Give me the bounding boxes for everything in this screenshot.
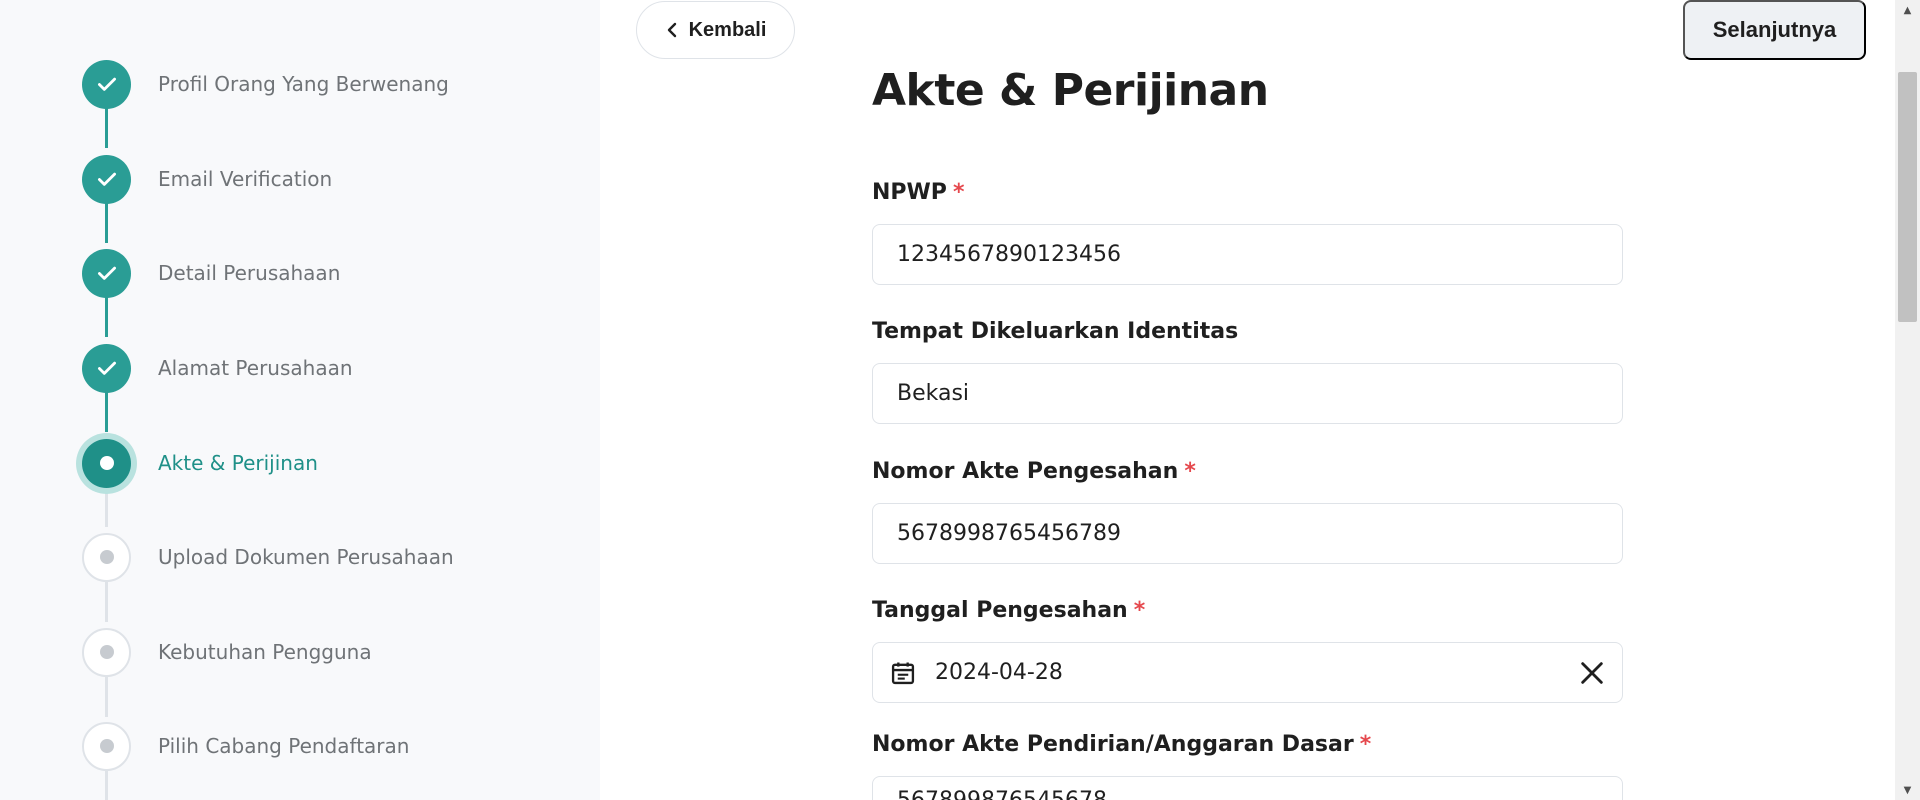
step-email-verification[interactable]: Email Verification [0,149,600,209]
check-icon [97,361,116,375]
active-dot-icon [99,456,114,470]
step-status-circle [82,248,131,298]
step-kebutuhan-pengguna[interactable]: Kebutuhan Pengguna [0,622,600,682]
step-connector [105,392,108,432]
pending-dot-icon [99,550,114,564]
step-connector [105,582,108,622]
step-upload-dokumen-perusahaan[interactable]: Upload Dokumen Perusahaan [0,527,600,587]
step-profil-orang-yang-berwenang[interactable]: Profil Orang Yang Berwenang [0,54,600,114]
required-marker: * [1133,598,1146,623]
scroll-down-arrow-icon[interactable]: ▼ [1895,780,1920,800]
step-detail-perusahaan[interactable]: Detail Perusahaan [0,243,600,303]
tempat-dikeluarkan-identitas-input[interactable]: Bekasi [872,363,1623,424]
tanggal-pengesahan-value: 2024-04-28 [935,660,1063,685]
nomor-akte-pengesahan-value: 5678998765456789 [897,521,1121,546]
nomor-akte-pendirian-input[interactable]: 567899876545678 [872,776,1623,800]
scrollbar-thumb[interactable] [1898,72,1917,322]
check-icon [97,172,116,186]
page-scrollbar[interactable]: ▲ ▼ [1895,0,1920,800]
close-icon[interactable] [1578,659,1606,687]
nomor-akte-pengesahan-label: Nomor Akte Pengesahan * [872,459,1196,484]
field-label-text: Tempat Dikeluarkan Identitas [872,319,1239,344]
next-button[interactable]: Selanjutnya [1683,0,1866,60]
tempat-dikeluarkan-identitas-label: Tempat Dikeluarkan Identitas [872,319,1238,344]
nomor-akte-pengesahan-input[interactable]: 5678998765456789 [872,503,1623,564]
field-label-text: NPWP [872,180,947,205]
step-status-circle [82,438,131,488]
required-marker: * [952,180,965,205]
step-connector [105,108,108,148]
step-label: Alamat Perusahaan [158,356,353,380]
step-alamat-perusahaan[interactable]: Alamat Perusahaan [0,338,600,398]
step-label: Pilih Cabang Pendaftaran [158,734,410,758]
step-status-circle [82,59,131,109]
step-akte-perijinan[interactable]: Akte & Perijinan [0,433,600,493]
field-label-text: Tanggal Pengesahan [872,598,1128,623]
step-status-circle [82,627,131,677]
required-marker: * [1359,732,1372,757]
field-label-text: Nomor Akte Pengesahan [872,459,1179,484]
step-connector [105,203,108,243]
tanggal-pengesahan-label: Tanggal Pengesahan * [872,598,1145,623]
step-pilih-cabang-pendaftaran[interactable]: Pilih Cabang Pendaftaran [0,716,600,776]
back-button[interactable]: Kembali [636,1,795,59]
npwp-input[interactable]: 1234567890123456 [872,224,1623,285]
nomor-akte-pendirian-value: 567899876545678 [897,788,1107,800]
step-status-circle [82,154,131,204]
nomor-akte-pendirian-label: Nomor Akte Pendirian/Anggaran Dasar * [872,732,1371,757]
npwp-value: 1234567890123456 [897,242,1121,267]
step-status-circle [82,343,131,393]
pending-dot-icon [99,645,114,659]
step-label: Email Verification [158,167,333,191]
page: Profil Orang Yang Berwenang Email Verifi… [0,0,1920,800]
step-label: Detail Perusahaan [158,261,341,285]
step-connector [105,297,108,337]
npwp-label: NPWP * [872,180,964,205]
step-label: Profil Orang Yang Berwenang [158,72,449,96]
step-label: Kebutuhan Pengguna [158,640,372,664]
page-title: Akte & Perijinan [872,65,1269,116]
step-connector [105,677,108,717]
step-label: Akte & Perijinan [158,451,318,475]
field-label-text: Nomor Akte Pendirian/Anggaran Dasar [872,732,1354,757]
back-button-label: Kembali [688,18,767,41]
required-marker: * [1184,459,1196,484]
step-label: Upload Dokumen Perusahaan [158,545,454,569]
check-icon [97,266,116,280]
stepper-sidebar: Profil Orang Yang Berwenang Email Verifi… [0,0,600,800]
step-connector [105,493,108,527]
check-icon [97,77,116,91]
tempat-dikeluarkan-identitas-value: Bekasi [897,381,970,406]
step-status-circle [82,532,131,582]
chevron-left-icon [667,22,676,38]
pending-dot-icon [99,739,114,753]
calendar-icon[interactable] [889,659,917,687]
scroll-up-arrow-icon[interactable]: ▲ [1895,0,1920,20]
step-status-circle [82,721,131,771]
tanggal-pengesahan-datepicker[interactable]: 2024-04-28 [872,642,1623,703]
next-button-label: Selanjutnya [1712,17,1837,42]
